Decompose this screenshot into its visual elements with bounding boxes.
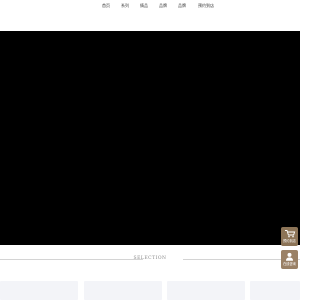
user-icon: [286, 252, 293, 261]
nav-item-home[interactable]: 首页: [102, 3, 110, 8]
cart-icon: [285, 230, 296, 238]
nav-item-products[interactable]: 情品: [140, 3, 148, 8]
nav-item-series[interactable]: 系列: [121, 3, 129, 8]
nav-item-brand[interactable]: 品牌: [159, 3, 167, 8]
product-card[interactable]: [84, 281, 162, 300]
consult-float-button[interactable]: 在线咨询: [281, 250, 298, 269]
appointment-label: 预约到店: [283, 239, 296, 243]
product-card[interactable]: [250, 281, 300, 300]
nav-item-appointment[interactable]: 预约到店: [198, 3, 214, 8]
appointment-float-button[interactable]: 预约到店: [281, 227, 298, 246]
consult-label: 在线咨询: [283, 262, 296, 266]
hero-banner[interactable]: [0, 31, 300, 245]
product-card[interactable]: [167, 281, 245, 300]
section-heading: SELECTION: [0, 254, 300, 264]
top-navigation: 首页 系列 情品 品牌 品牌 预约到店: [0, 0, 300, 31]
nav-item-brand-2[interactable]: 品牌: [178, 3, 186, 8]
product-card[interactable]: [0, 281, 78, 300]
